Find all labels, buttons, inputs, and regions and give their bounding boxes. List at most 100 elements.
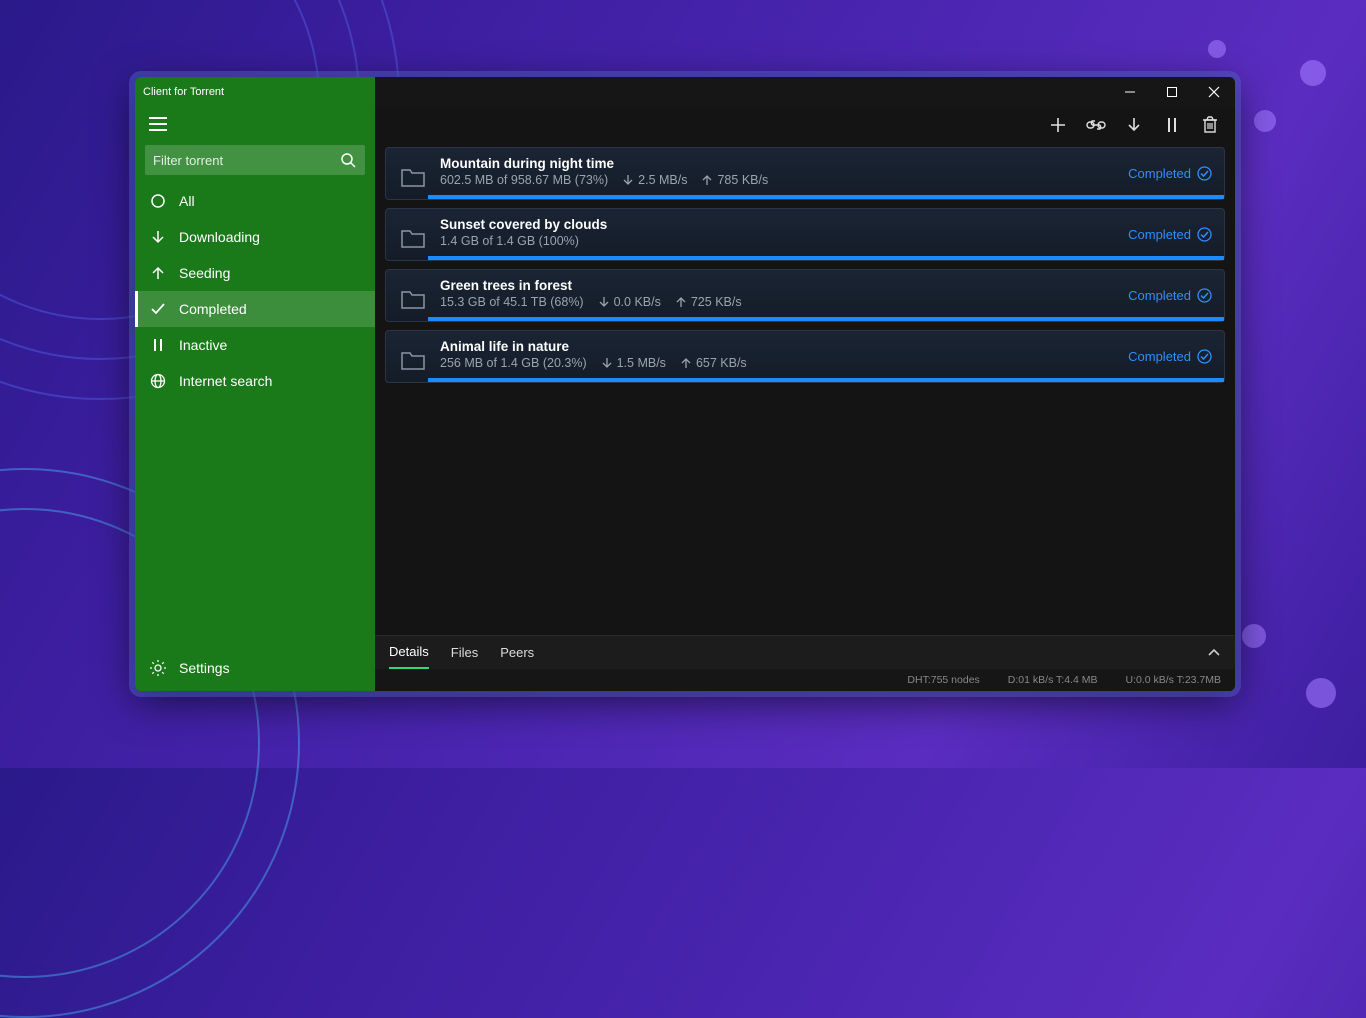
gear-icon [149, 659, 167, 677]
torrent-size: 1.4 GB of 1.4 GB (100%) [440, 234, 579, 248]
status-download: D:01 kB/s T:4.4 MB [1008, 674, 1098, 686]
check-circle-icon [1197, 288, 1212, 303]
globe-icon [149, 372, 167, 390]
folder-icon [398, 282, 428, 316]
titlebar: Client for Torrent [135, 77, 1235, 107]
progress-bar [428, 317, 1224, 321]
add-torrent-button[interactable] [1047, 114, 1069, 136]
app-window: Client for Torrent [135, 77, 1235, 691]
torrent-status: Completed [1128, 349, 1212, 364]
progress-fill [428, 317, 1224, 321]
check-icon [149, 300, 167, 318]
sidebar-item-internet-search[interactable]: Internet search [135, 363, 375, 399]
sidebar-item-label: Downloading [179, 229, 260, 245]
torrent-title: Animal life in nature [440, 339, 1212, 354]
filter-row[interactable] [145, 145, 365, 175]
status-label: Completed [1128, 349, 1191, 364]
upload-speed: 725 KB/s [675, 295, 742, 309]
torrent-title: Green trees in forest [440, 278, 1212, 293]
tab-details[interactable]: Details [389, 636, 429, 669]
sidebar-item-downloading[interactable]: Downloading [135, 219, 375, 255]
torrent-body: Green trees in forest 15.3 GB of 45.1 TB… [440, 278, 1212, 321]
expand-panel-button[interactable] [1207, 646, 1221, 660]
settings-label: Settings [179, 660, 230, 676]
status-label: Completed [1128, 288, 1191, 303]
sidebar-item-seeding[interactable]: Seeding [135, 255, 375, 291]
delete-button[interactable] [1199, 114, 1221, 136]
torrent-body: Mountain during night time 602.5 MB of 9… [440, 156, 1212, 199]
window-controls [375, 77, 1235, 107]
download-speed: 0.0 KB/s [598, 295, 661, 309]
add-link-button[interactable] [1085, 114, 1107, 136]
torrent-title: Mountain during night time [440, 156, 1212, 171]
progress-bar [428, 195, 1224, 199]
upload-speed: 785 KB/s [701, 173, 768, 187]
filter-input[interactable] [153, 153, 339, 168]
check-circle-icon [1197, 166, 1212, 181]
toolbar [375, 107, 1235, 143]
nav-list: All Downloading Seeding [135, 183, 375, 645]
sidebar-item-completed[interactable]: Completed [135, 291, 375, 327]
torrent-status: Completed [1128, 288, 1212, 303]
status-bar: DHT:755 nodes D:01 kB/s T:4.4 MB U:0.0 k… [375, 669, 1235, 691]
torrent-size: 602.5 MB of 958.67 MB (73%) [440, 173, 608, 187]
app-title: Client for Torrent [135, 77, 375, 107]
download-speed: 2.5 MB/s [622, 173, 687, 187]
minimize-button[interactable] [1109, 77, 1151, 107]
settings-button[interactable]: Settings [135, 645, 375, 691]
circle-icon [149, 192, 167, 210]
torrent-body: Animal life in nature 256 MB of 1.4 GB (… [440, 339, 1212, 382]
sidebar-item-label: Seeding [179, 265, 230, 281]
sidebar-item-label: Internet search [179, 373, 272, 389]
sidebar: All Downloading Seeding [135, 107, 375, 691]
torrent-stats: 1.4 GB of 1.4 GB (100%) [440, 234, 1212, 248]
search-icon[interactable] [339, 151, 357, 169]
tab-peers[interactable]: Peers [500, 637, 534, 668]
check-circle-icon [1197, 349, 1212, 364]
tab-files[interactable]: Files [451, 637, 478, 668]
sidebar-item-inactive[interactable]: Inactive [135, 327, 375, 363]
download-speed: 1.5 MB/s [601, 356, 666, 370]
sidebar-item-label: Completed [179, 301, 247, 317]
start-button[interactable] [1123, 114, 1145, 136]
torrent-row[interactable]: Animal life in nature 256 MB of 1.4 GB (… [385, 330, 1225, 383]
check-circle-icon [1197, 227, 1212, 242]
torrent-title: Sunset covered by clouds [440, 217, 1212, 232]
upload-arrow-icon [149, 264, 167, 282]
torrent-stats: 602.5 MB of 958.67 MB (73%) 2.5 MB/s 785… [440, 173, 1212, 187]
status-upload: U:0.0 kB/s T:23.7MB [1125, 674, 1221, 686]
body-area: All Downloading Seeding [135, 107, 1235, 691]
torrent-row[interactable]: Sunset covered by clouds 1.4 GB of 1.4 G… [385, 208, 1225, 261]
pause-button[interactable] [1161, 114, 1183, 136]
sidebar-item-label: Inactive [179, 337, 227, 353]
torrent-size: 256 MB of 1.4 GB (20.3%) [440, 356, 587, 370]
upload-speed: 657 KB/s [680, 356, 747, 370]
download-arrow-icon [149, 228, 167, 246]
torrent-body: Sunset covered by clouds 1.4 GB of 1.4 G… [440, 217, 1212, 260]
folder-icon [398, 221, 428, 255]
pause-icon [149, 336, 167, 354]
torrent-stats: 256 MB of 1.4 GB (20.3%) 1.5 MB/s 657 KB… [440, 356, 1212, 370]
bottom-tabs: Details Files Peers [375, 635, 1235, 669]
status-dht: DHT:755 nodes [907, 674, 979, 686]
progress-fill [428, 378, 1224, 382]
close-button[interactable] [1193, 77, 1235, 107]
torrent-row[interactable]: Mountain during night time 602.5 MB of 9… [385, 147, 1225, 200]
progress-bar [428, 378, 1224, 382]
torrent-stats: 15.3 GB of 45.1 TB (68%) 0.0 KB/s 725 KB… [440, 295, 1212, 309]
progress-fill [428, 195, 1224, 199]
torrent-status: Completed [1128, 166, 1212, 181]
main-panel: Mountain during night time 602.5 MB of 9… [375, 107, 1235, 691]
maximize-button[interactable] [1151, 77, 1193, 107]
sidebar-item-all[interactable]: All [135, 183, 375, 219]
status-label: Completed [1128, 166, 1191, 181]
status-label: Completed [1128, 227, 1191, 242]
hamburger-button[interactable] [135, 107, 375, 141]
folder-icon [398, 160, 428, 194]
folder-icon [398, 343, 428, 377]
progress-fill [428, 256, 1224, 260]
torrent-status: Completed [1128, 227, 1212, 242]
torrent-size: 15.3 GB of 45.1 TB (68%) [440, 295, 584, 309]
torrent-row[interactable]: Green trees in forest 15.3 GB of 45.1 TB… [385, 269, 1225, 322]
hamburger-icon [149, 117, 167, 131]
